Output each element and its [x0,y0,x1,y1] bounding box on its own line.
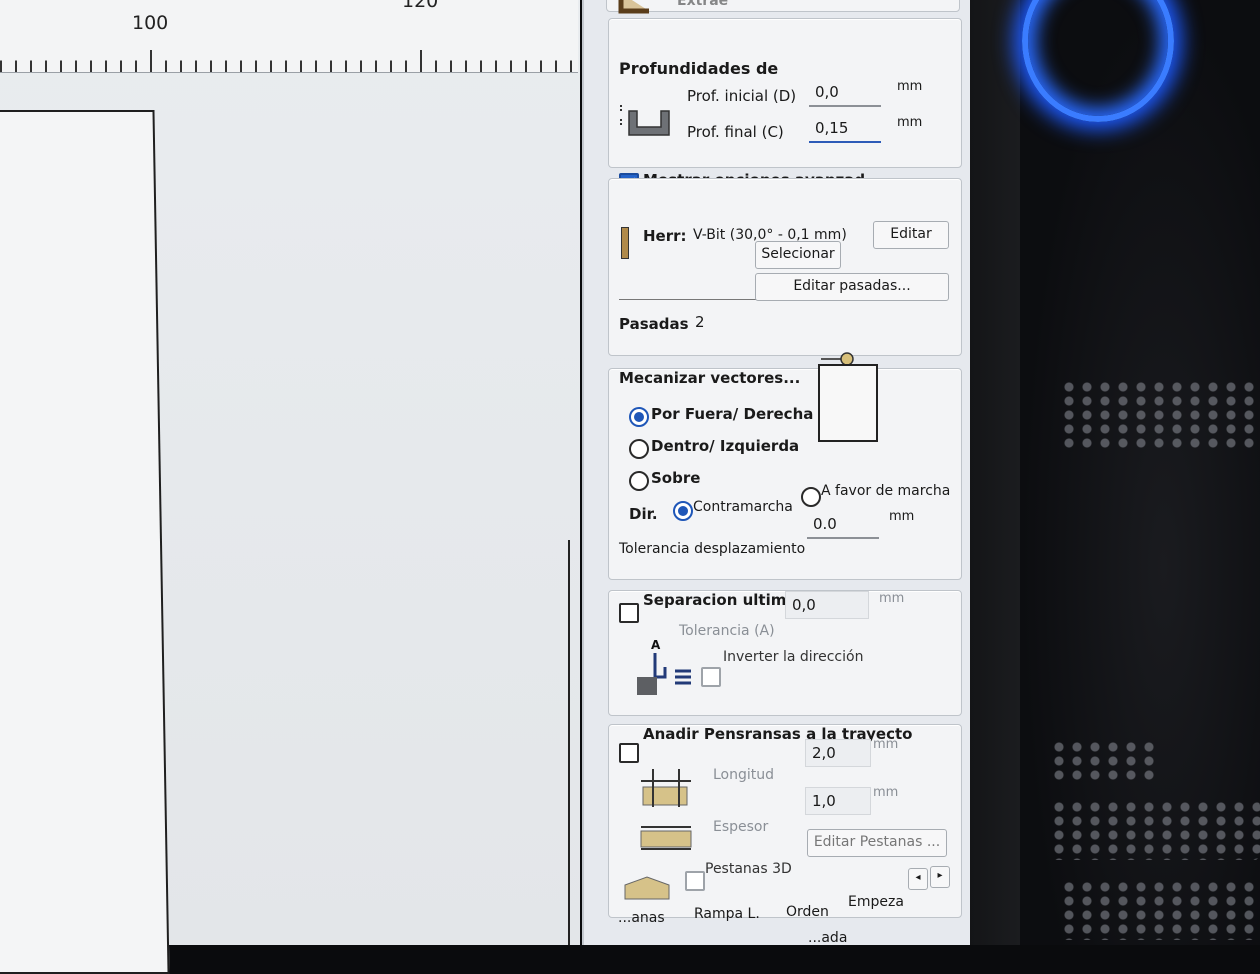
offset-tolerance-label: Tolerancia desplazamiento [619,541,806,557]
tab-thickness-label: Espesor [713,819,769,835]
toolpath-panel: Extrae Profundidades de Prof. inicial (D… [582,0,972,946]
tab-length-unit: mm [873,737,899,752]
tab-length-label: Longitud [713,767,775,783]
direction-label: Dir. [629,505,658,523]
on-line-label: Sobre [651,469,701,487]
outside-right-radio[interactable] [629,407,649,427]
passes-label: Pasadas [619,315,689,333]
last-pass-tolerance-unit: mm [879,591,905,606]
tool-section: Herr: V-Bit (30,0° - 0,1 mm) Selecionar … [608,178,962,356]
extrude-icon [618,0,649,14]
passes-value: 2 [695,313,705,331]
divider [619,299,769,300]
ruler-ticks [0,46,578,72]
bottom-partial-label: ...ada [808,930,848,946]
edit-tool-button[interactable]: Editar [873,221,949,249]
ruler-major-tick [150,50,152,72]
depth-profile-icon [620,105,670,136]
case-mesh-grille [1050,800,1260,860]
start-depth-input[interactable] [809,79,881,107]
invert-direction-checkbox[interactable] [701,667,721,687]
add-tabs-checkbox[interactable] [619,743,639,763]
tab-scroll-right-button[interactable]: ▸ [930,866,950,888]
select-tool-button[interactable]: Selecionar [755,241,841,269]
svg-text:A: A [651,638,661,652]
conventional-label: Contramarcha [693,499,793,515]
edit-tabs-button[interactable]: Editar Pestanas ... [807,829,947,857]
tab-order[interactable]: Orden [786,904,829,920]
machine-vectors-section: Mecanizar vectores... Por Fuera/ Derecha… [608,352,962,580]
tool-label: Herr: [643,227,687,245]
tabs-3d-icon [624,876,670,900]
monitor-bezel [970,0,1020,945]
offset-tolerance-input[interactable] [807,511,879,539]
tab-length-icon [641,769,691,807]
ruler-major-tick [420,50,422,72]
inside-left-label: Dentro/ Izquierda [651,437,800,455]
last-pass-checkbox[interactable] [619,603,639,623]
vbit-icon [621,227,629,259]
climb-radio[interactable] [801,487,821,507]
tab-thickness-icon [640,826,692,850]
start-depth-unit: mm [897,79,923,94]
tab-lead-ramp[interactable]: Rampa L. [694,906,760,922]
on-line-radio[interactable] [629,471,649,491]
end-depth-label: Prof. final (C) [687,123,784,141]
ruler-label-100: 100 [132,12,169,34]
invert-direction-label: Inverter la dirección [723,649,864,665]
climb-label: A favor de marcha [821,483,951,499]
drawing-canvas[interactable]: 100 120 [0,0,580,974]
tab-scroll-left-button[interactable]: ◂ [908,868,928,890]
offset-tolerance-unit: mm [889,509,915,524]
case-mesh-grille [1060,880,1260,940]
last-pass-section: Separacion ultima pasada A Tolerancia (A… [608,590,962,716]
tab-ramps[interactable]: ...anas [618,910,665,926]
edit-passes-button[interactable]: Editar pasadas... [755,273,949,301]
header-section: Extrae [606,0,960,14]
last-pass-tolerance-label: Tolerancia (A) [679,623,775,639]
header-title: Extrae [677,0,729,9]
last-pass-icon: A [637,638,691,695]
case-mesh-grille [1050,740,1160,780]
tabs-3d-label: Pestanas 3D [705,861,792,877]
start-depth-label: Prof. inicial (D) [687,87,797,105]
bottom-tab-strip: ...anas Rampa L. Orden Empeza ◂ ▸ ...ada [608,866,960,946]
inside-left-radio[interactable] [629,439,649,459]
depths-section: Profundidades de Prof. inicial (D) mm Pr… [608,18,962,193]
end-depth-input[interactable] [809,115,881,143]
case-mesh-grille [1060,380,1260,450]
document-sheet [0,110,170,974]
canvas-guide-line [568,540,570,945]
tab-length-input[interactable] [805,739,871,767]
outside-right-label: Por Fuera/ Derecha [651,405,814,423]
tab-thickness-input[interactable] [805,787,871,815]
conventional-radio[interactable] [673,501,693,521]
tabs-3d-checkbox[interactable] [685,871,705,891]
outside-cut-preview-icon [818,352,878,442]
tab-thickness-unit: mm [873,785,899,800]
horizontal-ruler: 100 120 [0,0,578,73]
tab-start[interactable]: Empeza [848,894,904,910]
depths-title: Profundidades de [619,59,779,78]
ruler-label-120: 120 [402,0,439,12]
end-depth-unit: mm [897,115,923,130]
last-pass-tolerance-input[interactable] [785,591,869,619]
machine-vectors-title: Mecanizar vectores... [619,369,801,387]
